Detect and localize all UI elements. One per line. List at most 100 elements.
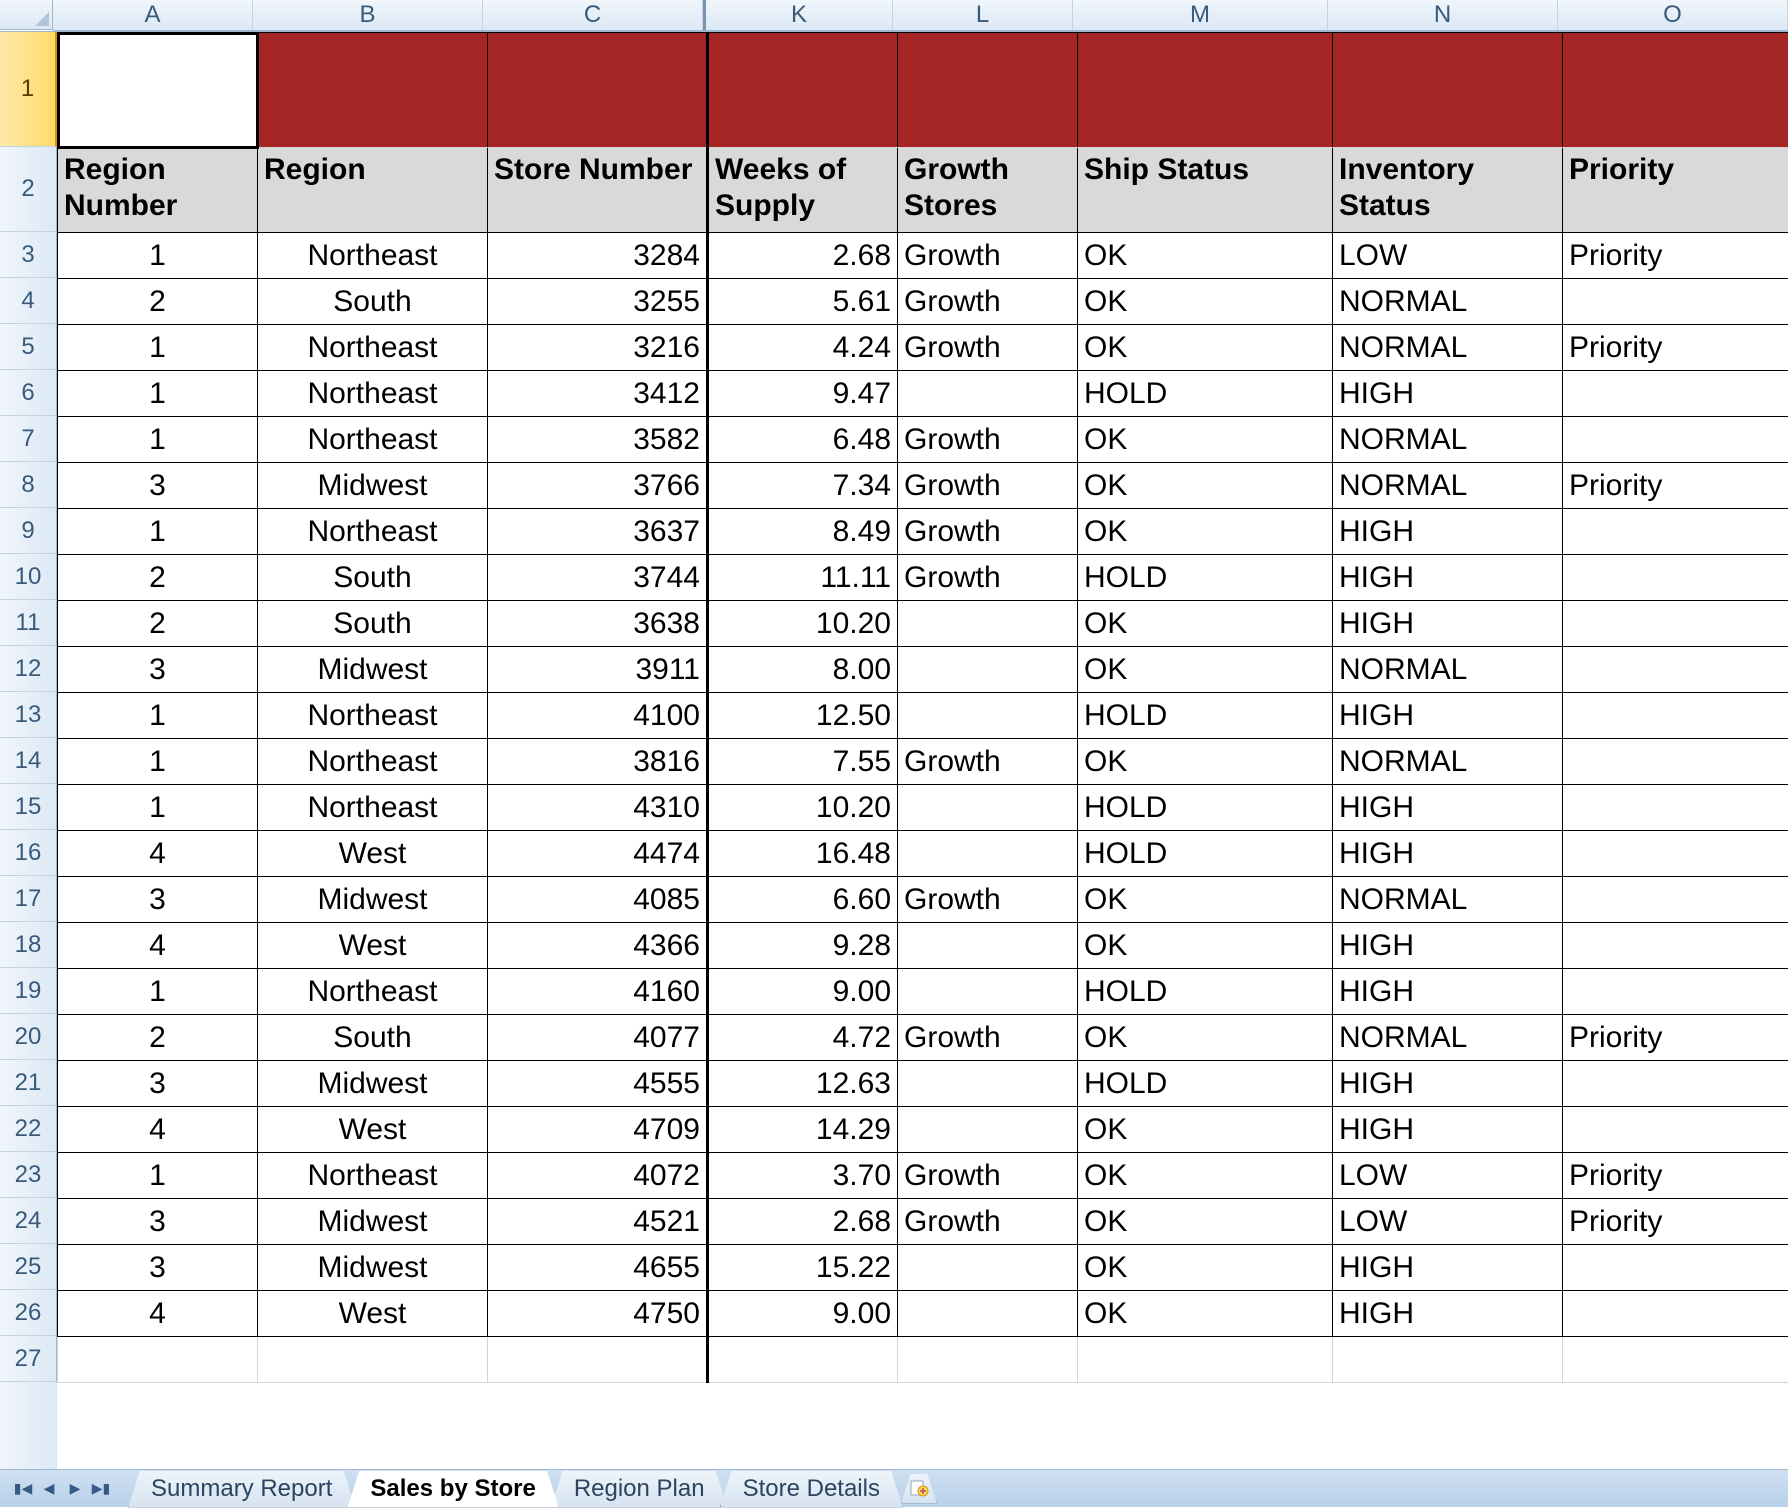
tab-summary-report[interactable]: Summary Report	[128, 1471, 355, 1508]
cell-B11[interactable]: South	[258, 601, 488, 647]
last-sheet-icon[interactable]: ▶▮	[90, 1478, 112, 1500]
cell-N12[interactable]: NORMAL	[1333, 647, 1563, 693]
row-header-4[interactable]: 4	[0, 278, 57, 324]
cell-C14[interactable]: 3816	[488, 739, 708, 785]
cell-M11[interactable]: OK	[1078, 601, 1333, 647]
data-grid[interactable]: Region NumberRegionStore NumberWeeks of …	[57, 32, 1788, 1383]
tab-store-details[interactable]: Store Details	[720, 1471, 903, 1508]
cell-C25[interactable]: 4655	[488, 1245, 708, 1291]
cell-N13[interactable]: HIGH	[1333, 693, 1563, 739]
row-header-8[interactable]: 8	[0, 462, 57, 508]
cell-N4[interactable]: NORMAL	[1333, 279, 1563, 325]
cell-M4[interactable]: OK	[1078, 279, 1333, 325]
cell-K27[interactable]	[708, 1337, 898, 1383]
cell-L12[interactable]	[898, 647, 1078, 693]
cell-L27[interactable]	[898, 1337, 1078, 1383]
cell-O19[interactable]	[1563, 969, 1788, 1015]
cell-A11[interactable]: 2	[58, 601, 258, 647]
cell-B6[interactable]: Northeast	[258, 371, 488, 417]
cell-L6[interactable]	[898, 371, 1078, 417]
cell-L18[interactable]	[898, 923, 1078, 969]
cell-K18[interactable]: 9.28	[708, 923, 898, 969]
cell-L16[interactable]	[898, 831, 1078, 877]
row-header-19[interactable]: 19	[0, 968, 57, 1014]
cell-A13[interactable]: 1	[58, 693, 258, 739]
cell-A14[interactable]: 1	[58, 739, 258, 785]
cell-M9[interactable]: OK	[1078, 509, 1333, 555]
cell-C10[interactable]: 3744	[488, 555, 708, 601]
cell-M6[interactable]: HOLD	[1078, 371, 1333, 417]
cell-N3[interactable]: LOW	[1333, 233, 1563, 279]
cell-A10[interactable]: 2	[58, 555, 258, 601]
cell-M24[interactable]: OK	[1078, 1199, 1333, 1245]
header-A[interactable]: Region Number	[58, 148, 258, 233]
first-sheet-icon[interactable]: ▮◀	[12, 1478, 34, 1500]
cell-B16[interactable]: West	[258, 831, 488, 877]
cell-A15[interactable]: 1	[58, 785, 258, 831]
cell-A7[interactable]: 1	[58, 417, 258, 463]
cell-N22[interactable]: HIGH	[1333, 1107, 1563, 1153]
row-header-13[interactable]: 13	[0, 692, 57, 738]
cell-L3[interactable]: Growth	[898, 233, 1078, 279]
cell-C19[interactable]: 4160	[488, 969, 708, 1015]
cell-A6[interactable]: 1	[58, 371, 258, 417]
cell-C22[interactable]: 4709	[488, 1107, 708, 1153]
row-header-6[interactable]: 6	[0, 370, 57, 416]
cell-B5[interactable]: Northeast	[258, 325, 488, 371]
cell-M16[interactable]: HOLD	[1078, 831, 1333, 877]
cell-L21[interactable]	[898, 1061, 1078, 1107]
cell-A18[interactable]: 4	[58, 923, 258, 969]
row-header-17[interactable]: 17	[0, 876, 57, 922]
cell-L17[interactable]: Growth	[898, 877, 1078, 923]
cell-L4[interactable]: Growth	[898, 279, 1078, 325]
cell-A22[interactable]: 4	[58, 1107, 258, 1153]
header-B[interactable]: Region	[258, 148, 488, 233]
cell-C11[interactable]: 3638	[488, 601, 708, 647]
cell-B10[interactable]: South	[258, 555, 488, 601]
cell-L13[interactable]	[898, 693, 1078, 739]
header-N[interactable]: Inventory Status	[1333, 148, 1563, 233]
cell-C24[interactable]: 4521	[488, 1199, 708, 1245]
cell-A17[interactable]: 3	[58, 877, 258, 923]
cell-O20[interactable]: Priority	[1563, 1015, 1788, 1061]
cell-K13[interactable]: 12.50	[708, 693, 898, 739]
col-header-M[interactable]: M	[1073, 0, 1328, 30]
col-header-A[interactable]: A	[53, 0, 253, 30]
row-header-16[interactable]: 16	[0, 830, 57, 876]
header-O[interactable]: Priority	[1563, 148, 1788, 233]
cell-C23[interactable]: 4072	[488, 1153, 708, 1199]
cell-K5[interactable]: 4.24	[708, 325, 898, 371]
cell-C20[interactable]: 4077	[488, 1015, 708, 1061]
cell-K11[interactable]: 10.20	[708, 601, 898, 647]
cell-B21[interactable]: Midwest	[258, 1061, 488, 1107]
row-header-27[interactable]: 27	[0, 1336, 57, 1382]
cell-L22[interactable]	[898, 1107, 1078, 1153]
cell-A1[interactable]	[58, 33, 258, 148]
banner-cell[interactable]	[708, 33, 898, 148]
col-header-K[interactable]: K	[703, 0, 893, 30]
cell-O6[interactable]	[1563, 371, 1788, 417]
cell-M7[interactable]: OK	[1078, 417, 1333, 463]
cell-M3[interactable]: OK	[1078, 233, 1333, 279]
cell-C17[interactable]: 4085	[488, 877, 708, 923]
cell-B9[interactable]: Northeast	[258, 509, 488, 555]
cell-O11[interactable]	[1563, 601, 1788, 647]
cell-B25[interactable]: Midwest	[258, 1245, 488, 1291]
cell-B8[interactable]: Midwest	[258, 463, 488, 509]
cell-N16[interactable]: HIGH	[1333, 831, 1563, 877]
cell-O23[interactable]: Priority	[1563, 1153, 1788, 1199]
cell-L10[interactable]: Growth	[898, 555, 1078, 601]
cell-L19[interactable]	[898, 969, 1078, 1015]
cell-C5[interactable]: 3216	[488, 325, 708, 371]
cell-K15[interactable]: 10.20	[708, 785, 898, 831]
cell-B15[interactable]: Northeast	[258, 785, 488, 831]
cell-L5[interactable]: Growth	[898, 325, 1078, 371]
cell-O17[interactable]	[1563, 877, 1788, 923]
cell-M27[interactable]	[1078, 1337, 1333, 1383]
cell-M25[interactable]: OK	[1078, 1245, 1333, 1291]
cell-O14[interactable]	[1563, 739, 1788, 785]
cell-K19[interactable]: 9.00	[708, 969, 898, 1015]
cell-N9[interactable]: HIGH	[1333, 509, 1563, 555]
cell-O3[interactable]: Priority	[1563, 233, 1788, 279]
cell-M17[interactable]: OK	[1078, 877, 1333, 923]
